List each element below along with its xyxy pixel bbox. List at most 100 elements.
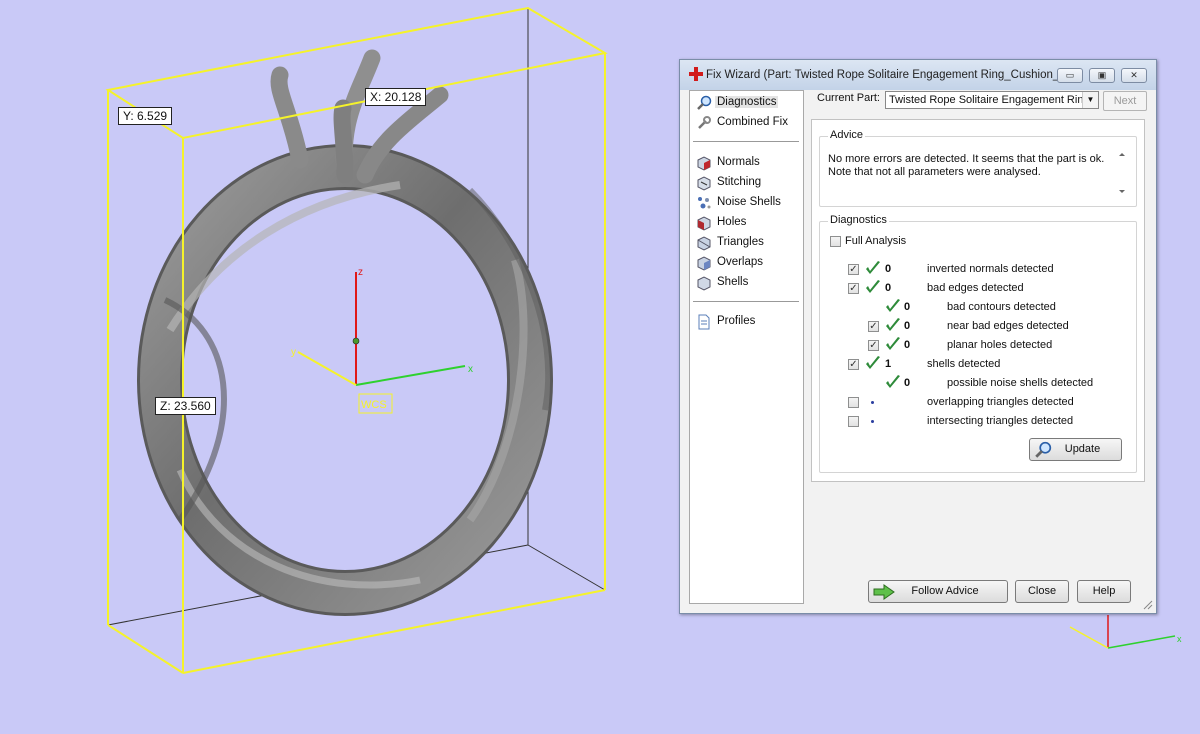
nav-item-shells[interactable]: Shells	[696, 274, 800, 292]
nav-item-diagnostics[interactable]: Diagnostics	[696, 94, 800, 112]
update-label: Update	[1064, 443, 1101, 455]
checkmark-icon	[886, 375, 900, 388]
diagnostic-checkbox[interactable]	[848, 416, 859, 427]
diagnostic-checkbox[interactable]: ✓	[848, 359, 859, 370]
title-bar[interactable]: Fix Wizard (Part: Twisted Rope Solitaire…	[680, 60, 1156, 90]
svg-text:x: x	[1177, 634, 1182, 644]
resize-grip-icon[interactable]	[1141, 598, 1153, 610]
diagnostics-title: Diagnostics	[828, 214, 889, 226]
axis-label-x: x	[468, 364, 473, 375]
dimension-label-z: Z: 23.560	[155, 397, 216, 415]
diagnostics-group: Diagnostics Full Analysis ✓ 0 inverted nor…	[819, 214, 1137, 473]
nav-item-label: Diagnostics	[715, 96, 779, 108]
checkmark-icon	[866, 261, 880, 274]
checkmark-icon	[866, 280, 880, 293]
status-dot	[871, 401, 874, 404]
advice-title: Advice	[828, 129, 866, 141]
close-button[interactable]: Close	[1015, 580, 1069, 603]
corner-axis-triad: x	[1069, 615, 1182, 649]
nav-item-holes[interactable]: Holes	[696, 214, 800, 232]
holes-icon	[697, 216, 711, 231]
shells-icon	[697, 276, 711, 291]
nav-item-stitching[interactable]: Stitching	[696, 174, 800, 192]
cube-red-icon	[697, 156, 711, 171]
world-axes	[297, 272, 466, 414]
diagnostic-label: planar holes detected	[947, 339, 1053, 351]
nav-item-noise-shells[interactable]: Noise Shells	[696, 194, 800, 212]
checkmark-icon	[866, 356, 880, 369]
nav-item-label: Profiles	[717, 315, 756, 327]
nav-item-label: Stitching	[717, 176, 762, 188]
diagnostic-count: 0	[904, 339, 911, 351]
diagnostic-count: 0	[885, 282, 892, 294]
diagnostics-panel: Advice No more errors are detected. It s…	[811, 119, 1145, 482]
diagnostic-checkbox[interactable]	[848, 397, 859, 408]
diagnostic-checkbox[interactable]: ✓	[868, 321, 879, 332]
advice-line-1: No more errors are detected. It seems th…	[828, 153, 1105, 165]
stitching-icon	[697, 176, 711, 191]
diagnostic-checkbox[interactable]: ✓	[848, 283, 859, 294]
nav-item-label: Normals	[717, 156, 760, 168]
dialog-title: Fix Wizard (Part: Twisted Rope Solitaire…	[706, 69, 1069, 81]
diagnostic-label: bad edges detected	[927, 282, 1024, 294]
close-icon[interactable]: ✕	[1121, 68, 1147, 83]
diagnostic-label: inverted normals detected	[927, 263, 1054, 275]
triangles-icon	[697, 236, 711, 251]
current-part-label: Current Part:	[817, 92, 880, 104]
chevron-down-icon: ▼	[1082, 92, 1098, 108]
wcs-label: WCS	[361, 399, 387, 411]
fix-wizard-cross-icon	[689, 67, 703, 81]
diagnostic-count: 0	[885, 263, 892, 275]
diagnostic-count: 0	[904, 377, 911, 389]
maximize-icon[interactable]: ▣	[1089, 68, 1115, 83]
fix-wizard-dialog: Fix Wizard (Part: Twisted Rope Solitaire…	[679, 59, 1157, 614]
diagnostic-count: 1	[885, 358, 892, 370]
current-part-value: Twisted Rope Solitaire Engagement Ring_(	[889, 94, 1099, 106]
fix-nav-panel: Diagnostics Combined Fix Normals Stitchi…	[689, 90, 804, 604]
diagnostic-checkbox[interactable]: ✓	[848, 264, 859, 275]
minimize-icon[interactable]: ▭	[1057, 68, 1083, 83]
checkmark-icon	[886, 337, 900, 350]
magnifier-icon	[697, 95, 712, 110]
diagnostic-checkbox[interactable]: ✓	[868, 340, 879, 351]
nav-item-profiles[interactable]: Profiles	[696, 313, 800, 331]
advice-text: No more errors are detected. It seems th…	[828, 153, 1113, 179]
nav-item-combined-fix[interactable]: Combined Fix	[696, 114, 800, 132]
full-analysis-label: Full Analysis	[845, 235, 907, 247]
nav-separator	[693, 141, 799, 142]
diagnostic-count: 0	[904, 320, 911, 332]
checkmark-icon	[886, 318, 900, 331]
diagnostic-label: shells detected	[927, 358, 1001, 370]
nav-item-label: Triangles	[717, 236, 764, 248]
nav-item-overlaps[interactable]: Overlaps	[696, 254, 800, 272]
nav-separator	[693, 301, 799, 302]
advice-scrollbar[interactable]	[1117, 151, 1127, 195]
checkmark-icon	[886, 299, 900, 312]
follow-advice-label: Follow Advice	[911, 585, 979, 597]
diagnostic-label: intersecting triangles detected	[927, 415, 1074, 427]
nav-item-label: Shells	[717, 276, 749, 288]
full-analysis-checkbox[interactable]	[830, 236, 841, 247]
current-part-select[interactable]: Twisted Rope Solitaire Engagement Ring_(…	[885, 91, 1099, 109]
update-button[interactable]: Update	[1029, 438, 1122, 461]
nav-item-label: Overlaps	[717, 256, 764, 268]
axis-label-y: y	[291, 347, 296, 358]
dimension-label-x: X: 20.128	[365, 88, 427, 106]
wrench-icon	[698, 116, 711, 129]
diagnostic-label: overlapping triangles detected	[927, 396, 1074, 408]
diagnostic-label: possible noise shells detected	[947, 377, 1094, 389]
nav-item-triangles[interactable]: Triangles	[696, 234, 800, 252]
help-button[interactable]: Help	[1077, 580, 1131, 603]
diagnostic-count: 0	[904, 301, 911, 313]
follow-advice-button[interactable]: Follow Advice	[868, 580, 1008, 603]
advice-line-2: Note that not all parameters were analys…	[828, 166, 1041, 178]
nav-item-normals[interactable]: Normals	[696, 154, 800, 172]
ring-model	[137, 49, 553, 616]
noise-shells-icon	[698, 197, 711, 209]
dimension-label-y: Y: 6.529	[118, 107, 173, 125]
advice-group: Advice No more errors are detected. It s…	[819, 129, 1137, 207]
next-button[interactable]: Next	[1103, 91, 1147, 111]
overlaps-icon	[697, 256, 711, 271]
status-dot	[871, 420, 874, 423]
nav-item-label: Noise Shells	[717, 196, 781, 208]
